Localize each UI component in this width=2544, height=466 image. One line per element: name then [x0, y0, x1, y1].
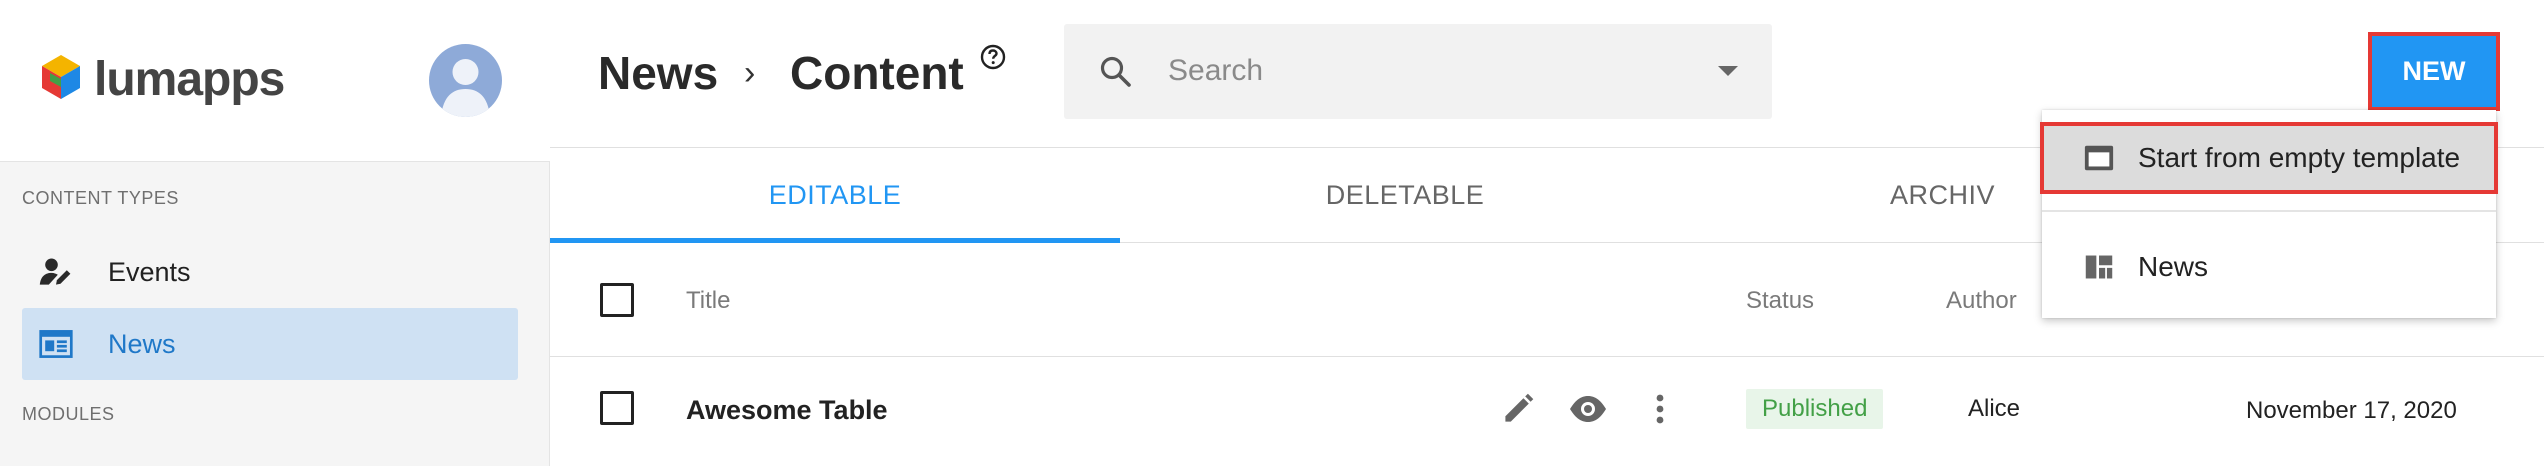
column-author[interactable]: Author [1946, 287, 2017, 315]
sidebar-item-label: Events [108, 256, 191, 287]
search-input[interactable] [1168, 48, 1668, 94]
column-status[interactable]: Status [1746, 287, 1814, 315]
avatar[interactable] [429, 44, 502, 117]
chevron-right-icon: › [744, 54, 756, 92]
news-icon [36, 324, 76, 364]
sidebar-item-label: News [108, 328, 176, 359]
row-date: November 17, 2020 [2246, 397, 2457, 424]
modules-label: MODULES [22, 404, 115, 424]
menu-item-empty-template[interactable]: Start from empty template [2040, 122, 2498, 194]
brand-logo[interactable]: lumapps [36, 52, 285, 106]
dashboard-icon [2082, 250, 2116, 284]
sidebar-item-news[interactable]: News [22, 308, 518, 380]
status-badge: Published [1746, 389, 1884, 429]
row-checkbox[interactable] [600, 391, 634, 425]
sidebar: lumapps CONTENT TYPES Events News MODULE… [0, 0, 550, 466]
tab-editable[interactable]: EDITABLE [550, 148, 1120, 243]
new-button[interactable]: NEW [2368, 32, 2500, 111]
menu-item-news[interactable]: News [2042, 216, 2496, 318]
person-edit-icon [36, 252, 76, 292]
edit-icon[interactable] [1498, 389, 1538, 429]
chevron-down-icon[interactable] [1718, 66, 1738, 76]
tab-deletable[interactable]: DELETABLE [1120, 148, 1690, 243]
menu-divider [2042, 210, 2496, 212]
menu-item-label: News [2138, 251, 2209, 282]
new-content-menu: Start from empty template News [2040, 110, 2498, 318]
select-all-checkbox[interactable] [600, 283, 634, 317]
search-icon [1100, 56, 1131, 87]
template-icon [2082, 141, 2116, 175]
row-author: Alice [1968, 395, 2021, 422]
row-title[interactable]: Awesome Table [686, 395, 888, 426]
column-title[interactable]: Title [686, 287, 730, 315]
help-icon[interactable] [980, 44, 1006, 70]
more-vert-icon[interactable] [1640, 389, 1680, 429]
lumapps-logo-icon [42, 55, 80, 99]
sidebar-item-events[interactable]: Events [22, 236, 518, 308]
page-title: Content [790, 47, 964, 99]
breadcrumb-news[interactable]: News [598, 46, 718, 100]
content-types-label: CONTENT TYPES [22, 188, 179, 208]
search-bar[interactable] [1064, 24, 1772, 119]
view-icon[interactable] [1568, 389, 1608, 429]
menu-item-label: Start from empty template [2138, 142, 2461, 173]
brand-name: lumapps [94, 52, 285, 106]
user-avatar-icon [441, 59, 490, 117]
table-row[interactable]: Awesome Table Published Alice November 1… [550, 357, 2544, 466]
